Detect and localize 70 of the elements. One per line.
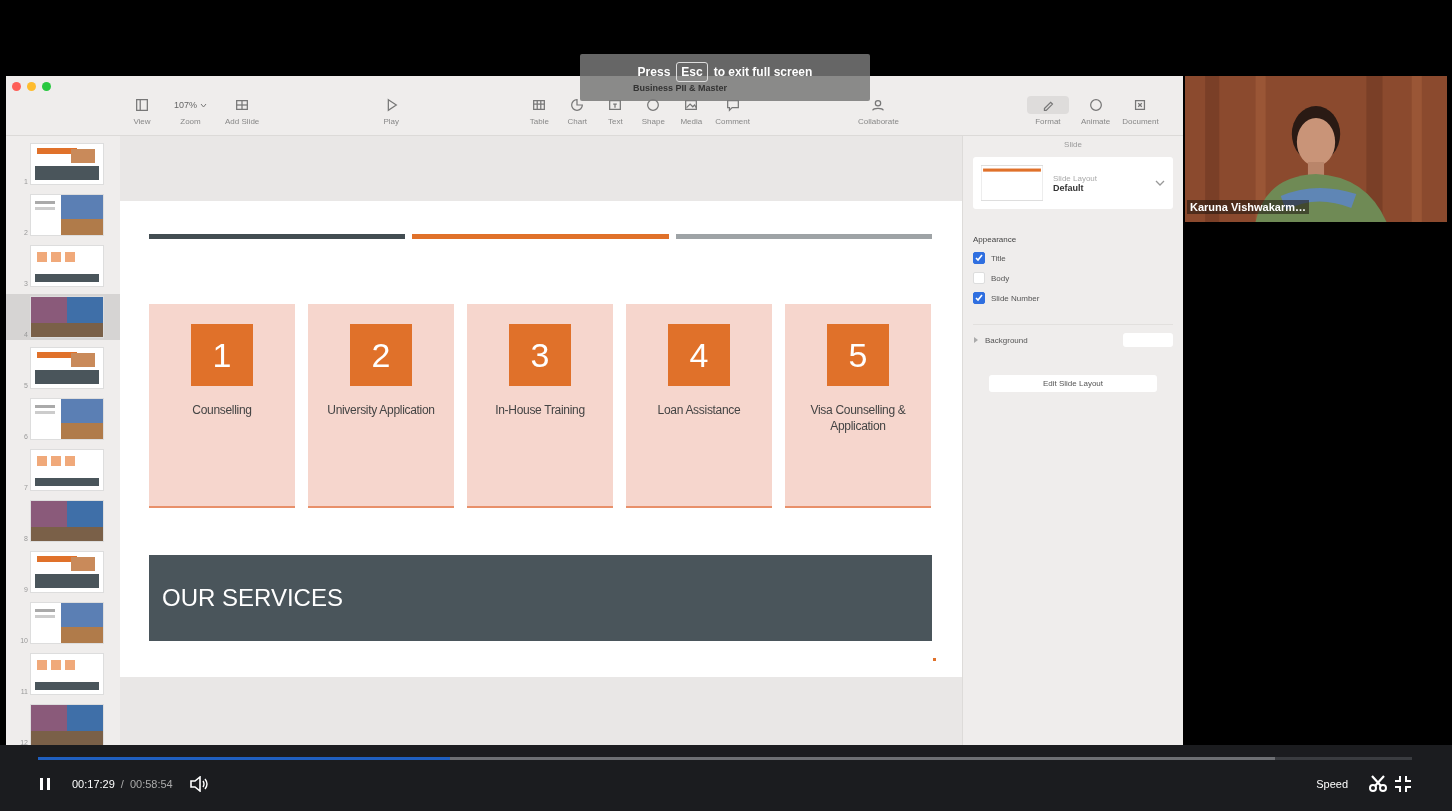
chevron-icon [1155, 179, 1165, 187]
caret-icon [200, 102, 208, 108]
toolbar-icon [531, 97, 548, 113]
service-number: 1 [191, 324, 253, 386]
toolbar-button[interactable]: Document [1118, 96, 1163, 126]
slide-thumbnail[interactable] [30, 449, 104, 491]
toolbar-button[interactable]: Play [373, 96, 410, 126]
participant-name: Karuna Vishwakarm… [1187, 200, 1309, 214]
time-separator: / [120, 778, 124, 790]
notice-text: to exit full screen [713, 65, 813, 79]
layout-caption: Slide Layout [1053, 173, 1099, 183]
toolbar-button[interactable]: Chart [559, 96, 596, 126]
service-number: 5 [827, 324, 889, 386]
layout-name: Default [1053, 182, 1084, 193]
duration: 00:58:54 [129, 778, 173, 790]
slide-thumbnail[interactable] [30, 194, 104, 236]
toolbar-icon [1087, 97, 1104, 113]
current-time: 00:17:29 [72, 778, 115, 790]
service-number: 4 [668, 324, 730, 386]
slide-thumbnail[interactable] [30, 500, 104, 542]
edit-slide-layout-button[interactable]: Edit Slide Layout [989, 375, 1157, 392]
service-label: In-House Training [494, 402, 586, 418]
zoom-dropdown[interactable]: 107% Zoom [170, 96, 212, 126]
slide-number-mark [933, 658, 936, 661]
window-title: Business PII & Master [632, 83, 727, 93]
slide-thumbnail[interactable] [30, 602, 104, 644]
checkbox[interactable] [973, 292, 985, 304]
slide-title: OUR SERVICES [162, 584, 343, 612]
scissors-icon[interactable] [1368, 775, 1388, 793]
close-button[interactable] [12, 82, 21, 91]
checkbox-label: Body [991, 273, 1010, 283]
service-number: 2 [350, 324, 412, 386]
key-badge: Esc [676, 62, 708, 82]
slide-thumbnail[interactable] [30, 296, 104, 338]
toolbar-button[interactable]: View [124, 96, 160, 126]
slide-thumbnail[interactable] [30, 245, 104, 287]
toolbar-icon [870, 97, 887, 113]
checkbox-label: Slide Number [991, 293, 1040, 303]
slide-layout-picker[interactable]: Slide Layout Default [973, 157, 1173, 209]
section-heading: Appearance [973, 235, 1018, 244]
volume-icon[interactable] [188, 776, 209, 792]
toolbar-icon [569, 97, 586, 113]
slide-thumbnail[interactable] [30, 398, 104, 440]
service-label: Counselling [191, 402, 253, 418]
toolbar-icon [134, 97, 150, 113]
slide-thumbnail[interactable] [30, 143, 104, 185]
progress-bar[interactable] [38, 757, 1412, 760]
slide-thumbnail[interactable] [30, 551, 104, 593]
checkbox-label: Title [991, 253, 1006, 263]
speed-button[interactable]: Speed [1310, 777, 1354, 791]
service-label: Visa Counselling & Application [809, 402, 907, 434]
slide-thumbnail[interactable] [30, 653, 104, 695]
checkbox[interactable] [973, 252, 985, 264]
pause-icon[interactable] [38, 776, 52, 792]
inspector-header: Slide [1063, 139, 1083, 151]
service-label: Loan Assistance [656, 402, 742, 418]
background-label: Background [985, 335, 1029, 345]
slide-thumbnail[interactable] [30, 347, 104, 389]
notice-text: Press [637, 65, 671, 79]
layout-thumbnail [981, 165, 1043, 201]
toolbar-button[interactable]: Animate [1076, 96, 1115, 126]
toolbar-icon [234, 97, 251, 113]
exit-fullscreen-icon[interactable] [1394, 775, 1412, 793]
service-number: 3 [509, 324, 571, 386]
service-label: University Application [326, 402, 436, 418]
slide-thumbnail[interactable] [30, 704, 104, 745]
toolbar-button[interactable]: Media [673, 96, 710, 126]
toolbar-button[interactable]: Table [521, 96, 558, 126]
toolbar-button[interactable]: Add Slide [221, 96, 264, 126]
toolbar-button[interactable]: Text [597, 96, 634, 126]
